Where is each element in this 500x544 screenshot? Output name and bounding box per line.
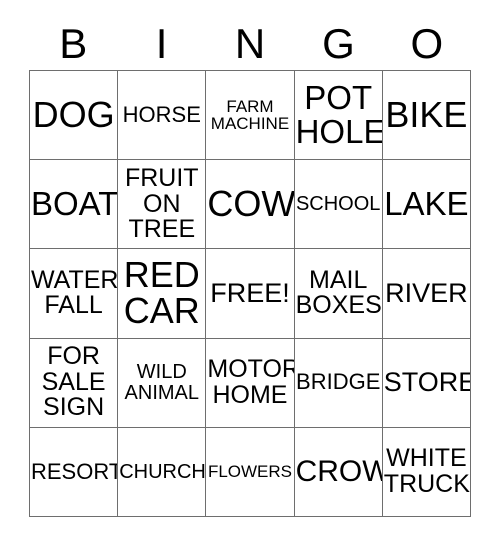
bingo-cell[interactable]: FARM MACHINE (206, 71, 295, 161)
bingo-cell-label: SCHOOL (295, 193, 381, 216)
bingo-cell-label: FREE! (210, 277, 290, 308)
bingo-cell[interactable]: SCHOOL (294, 160, 383, 250)
bingo-cell-label: WHITE TRUCK (383, 444, 470, 498)
bingo-cell-label: RIVER (385, 277, 468, 308)
bingo-cell[interactable]: BIKE (382, 71, 471, 161)
bingo-cell[interactable]: MOTOR HOME (206, 338, 295, 428)
bingo-cell[interactable]: BOAT (30, 160, 119, 250)
header-letter-g: G (322, 20, 355, 67)
bingo-cell[interactable]: RIVER (382, 249, 471, 339)
bingo-cell-label: FARM MACHINE (210, 96, 290, 134)
bingo-header: B I N G O (29, 18, 471, 70)
header-letter-n: N (234, 20, 266, 67)
bingo-cell-label: WILD ANIMAL (124, 361, 200, 404)
bingo-cell[interactable]: DOG (30, 71, 119, 161)
bingo-cell-label: COW (207, 182, 295, 224)
bingo-grid: DOG HORSE FARM MACHINE POT HOLE BIKE BOAT FRUI… (29, 70, 471, 517)
bingo-cell[interactable]: FLOWERS (206, 427, 295, 517)
bingo-cell-label: BIKE (385, 93, 468, 135)
bingo-cell[interactable]: WILD ANIMAL (118, 338, 207, 428)
bingo-cell[interactable]: WATER FALL (30, 249, 119, 339)
bingo-cell[interactable]: RED CAR (118, 249, 207, 339)
bingo-cell-label: STORE (383, 366, 471, 397)
bingo-cell-label: WATER FALL (31, 265, 119, 320)
bingo-cell-label: BRIDGE (296, 369, 381, 395)
bingo-cell[interactable]: BRIDGE (294, 338, 383, 428)
bingo-cell-label: MOTOR HOME (207, 355, 295, 409)
bingo-cell[interactable]: FRUIT ON TREE (118, 160, 207, 250)
bingo-cell[interactable]: MAIL BOXES (294, 249, 383, 339)
bingo-cell-label: MAIL BOXES (295, 265, 382, 320)
bingo-cell[interactable]: CROW (294, 427, 383, 517)
bingo-cell[interactable]: LAKE (382, 160, 471, 250)
bingo-cell-label: BOAT (31, 185, 119, 223)
bingo-cell-label: LAKE (384, 185, 469, 223)
bingo-cell[interactable]: HORSE (118, 71, 207, 161)
bingo-cell-label: FRUIT ON TREE (124, 164, 199, 244)
header-letter-b: B (59, 20, 88, 67)
header-letter-i: I (155, 20, 168, 67)
bingo-cell[interactable]: WHITE TRUCK (382, 427, 471, 517)
bingo-cell-label: RED CAR (123, 253, 200, 332)
bingo-cell-label: DOG (32, 93, 115, 135)
bingo-cell[interactable]: RESORT (30, 427, 119, 517)
bingo-card: B I N G O DOG HORSE FARM MACHINE POT HOLE BI… (0, 0, 500, 544)
bingo-cell[interactable]: CHURCH (118, 427, 207, 517)
bingo-cell[interactable]: COW (206, 160, 295, 250)
bingo-cell[interactable]: STORE (382, 338, 471, 428)
bingo-cell-label: FLOWERS (207, 462, 293, 482)
bingo-cell-label: HORSE (122, 101, 201, 127)
bingo-cell-label: POT HOLE (295, 79, 383, 151)
bingo-cell-label: CHURCH (119, 460, 206, 483)
bingo-cell-label: RESORT (31, 458, 119, 484)
header-letter-o: O (410, 20, 444, 67)
bingo-cell[interactable]: POT HOLE (294, 71, 383, 161)
bingo-cell[interactable]: FREE! (206, 249, 295, 339)
bingo-cell-label: FOR SALE SIGN (41, 342, 106, 422)
bingo-cell-label: CROW (295, 454, 383, 488)
bingo-cell[interactable]: FOR SALE SIGN (30, 338, 119, 428)
